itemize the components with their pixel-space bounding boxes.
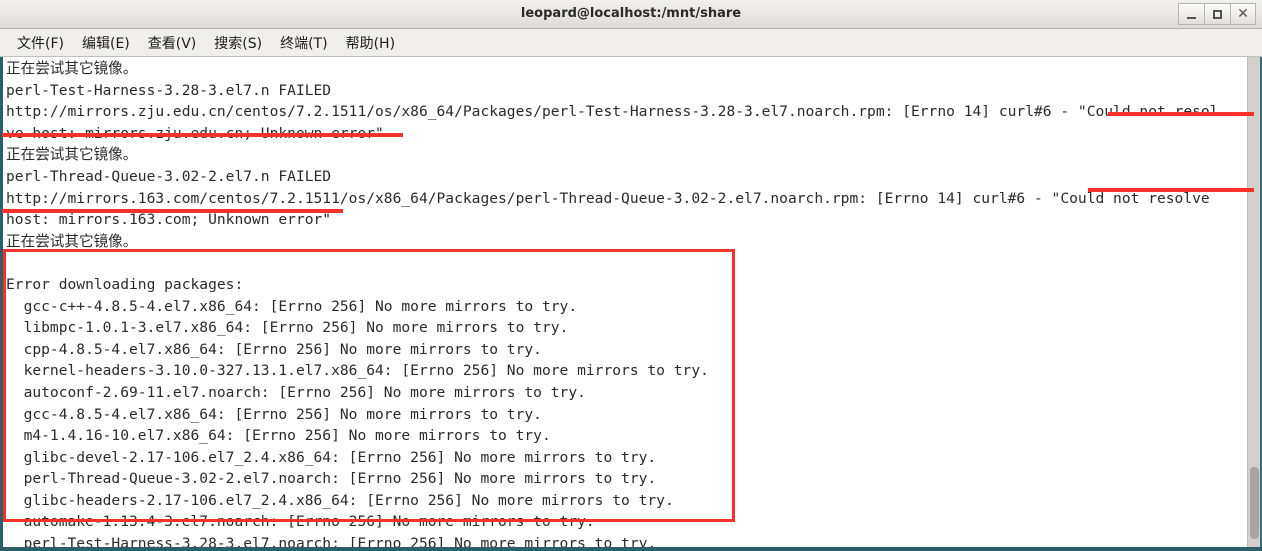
terminal-line: gcc-c++-4.8.5-4.el7.x86_64: [Errno 256] … — [6, 297, 578, 315]
window-title: leopard@localhost:/mnt/share — [520, 6, 742, 21]
terminal-output-area[interactable]: 正在尝试其它镜像。 perl-Test-Harness-3.28-3.el7.n … — [0, 57, 1247, 551]
terminal-line: 正在尝试其它镜像。 — [6, 232, 138, 250]
terminal-line: 正在尝试其它镜像。 — [6, 146, 138, 164]
underline-could-not-resolve — [1088, 188, 1254, 192]
terminal-scrollbar[interactable] — [1247, 57, 1260, 549]
underline-ve-host-zju — [2, 133, 403, 137]
terminal-line: gcc-4.8.5-4.el7.x86_64: [Errno 256] No m… — [6, 405, 542, 423]
terminal-line: glibc-devel-2.17-106.el7_2.4.x86_64: [Er… — [6, 448, 657, 466]
window-controls: ✕ — [1178, 3, 1256, 25]
menu-item-terminal[interactable]: 终端(T) — [271, 31, 336, 55]
terminal-line: 正在尝试其它镜像。 — [6, 60, 138, 77]
minimize-icon — [1187, 17, 1196, 19]
menu-item-search[interactable]: 搜索(S) — [205, 31, 271, 55]
terminal-text: 正在尝试其它镜像。 perl-Test-Harness-3.28-3.el7.n … — [6, 58, 1247, 551]
terminal-line: http://mirrors.zju.edu.cn/centos/7.2.151… — [6, 103, 1219, 121]
menu-item-file[interactable]: 文件(F) — [8, 31, 73, 55]
window-bottom-edge — [0, 547, 1262, 551]
close-icon: ✕ — [1237, 6, 1249, 22]
terminal-window: leopard@localhost:/mnt/share ✕ 文件(F) 编辑(… — [0, 0, 1262, 551]
terminal-line: kernel-headers-3.10.0-327.13.1.el7.x86_6… — [6, 362, 709, 380]
window-frame: leopard@localhost:/mnt/share ✕ 文件(F) 编辑(… — [0, 0, 1262, 551]
terminal-line: libmpc-1.0.1-3.el7.x86_64: [Errno 256] N… — [6, 319, 569, 337]
underline-could-not-resol — [1108, 112, 1254, 116]
scrollbar-thumb[interactable] — [1250, 467, 1259, 539]
underline-host-163 — [2, 209, 343, 213]
maximize-icon — [1213, 9, 1222, 19]
menu-item-view[interactable]: 查看(V) — [139, 31, 206, 55]
terminal-line: perl-Thread-Queue-3.02-2.el7.n FAILED — [6, 167, 332, 185]
menu-item-help[interactable]: 帮助(H) — [337, 31, 404, 55]
terminal-line: perl-Test-Harness-3.28-3.el7.n FAILED — [6, 81, 332, 99]
minimize-button[interactable] — [1178, 3, 1204, 25]
terminal-line: automake-1.13.4-3.el7.noarch: [Errno 256… — [6, 513, 595, 531]
menu-item-edit[interactable]: 编辑(E) — [73, 31, 139, 55]
menu-bar: 文件(F) 编辑(E) 查看(V) 搜索(S) 终端(T) 帮助(H) — [0, 29, 1262, 57]
terminal-line: m4-1.4.16-10.el7.x86_64: [Errno 256] No … — [6, 427, 551, 445]
terminal-line: Error downloading packages: — [6, 275, 244, 293]
terminal-line: autoconf-2.69-11.el7.noarch: [Errno 256]… — [6, 383, 586, 401]
terminal-line: cpp-4.8.5-4.el7.x86_64: [Errno 256] No m… — [6, 340, 542, 358]
maximize-button[interactable] — [1204, 3, 1230, 25]
terminal-line: perl-Thread-Queue-3.02-2.el7.noarch: [Er… — [6, 470, 657, 488]
close-button[interactable]: ✕ — [1230, 3, 1256, 25]
terminal-line: http://mirrors.163.com/centos/7.2.1511/o… — [6, 189, 1210, 207]
terminal-line: glibc-headers-2.17-106.el7_2.4.x86_64: [… — [6, 491, 674, 509]
title-bar[interactable]: leopard@localhost:/mnt/share ✕ — [0, 0, 1262, 29]
